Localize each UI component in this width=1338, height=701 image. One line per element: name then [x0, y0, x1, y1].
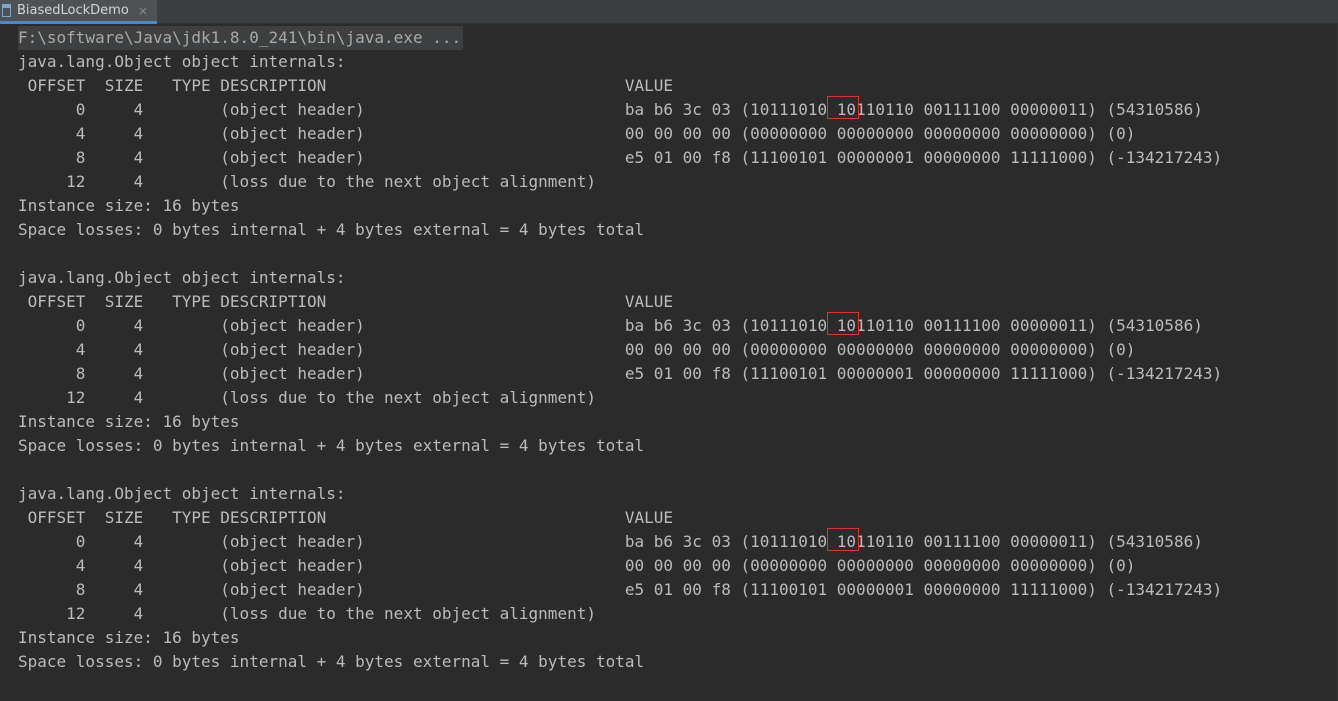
console-output[interactable]: F:\software\Java\jdk1.8.0_241\bin\java.e… — [0, 26, 1338, 701]
layout-row: 12 4 (loss due to the next object alignm… — [18, 604, 596, 623]
instance-size-line: Instance size: 16 bytes — [18, 196, 240, 215]
space-losses-line: Space losses: 0 bytes internal + 4 bytes… — [18, 652, 645, 671]
lock-bits-highlight-box — [827, 528, 859, 551]
layout-row: 8 4 (object header) e5 01 00 f8 (1110010… — [18, 148, 1223, 167]
close-icon[interactable]: × — [138, 4, 148, 18]
layout-row: 0 4 (object header) ba b6 3c 03 (1011101… — [18, 532, 1203, 551]
instance-size-line: Instance size: 16 bytes — [18, 628, 240, 647]
object-internals-title: java.lang.Object object internals: — [18, 268, 346, 287]
editor-tab-bar: BiasedLockDemo × — [0, 0, 1338, 24]
layout-row: 12 4 (loss due to the next object alignm… — [18, 388, 596, 407]
tab-biasedlockdemo[interactable]: BiasedLockDemo × — [0, 0, 157, 24]
console-icon — [2, 4, 11, 17]
object-internals-title: java.lang.Object object internals: — [18, 52, 346, 71]
run-command-line[interactable]: F:\software\Java\jdk1.8.0_241\bin\java.e… — [18, 26, 464, 50]
tab-label: BiasedLockDemo — [17, 3, 129, 18]
layout-row: 4 4 (object header) 00 00 00 00 (0000000… — [18, 124, 1136, 143]
lock-bits-highlight-box — [827, 96, 859, 119]
space-losses-line: Space losses: 0 bytes internal + 4 bytes… — [18, 220, 645, 239]
layout-row: 0 4 (object header) ba b6 3c 03 (1011101… — [18, 100, 1203, 119]
layout-row: 4 4 (object header) 00 00 00 00 (0000000… — [18, 340, 1136, 359]
layout-row: 4 4 (object header) 00 00 00 00 (0000000… — [18, 556, 1136, 575]
space-losses-line: Space losses: 0 bytes internal + 4 bytes… — [18, 436, 645, 455]
object-internals-title: java.lang.Object object internals: — [18, 484, 346, 503]
layout-row: 12 4 (loss due to the next object alignm… — [18, 172, 596, 191]
layout-table-header: OFFSET SIZE TYPE DESCRIPTION VALUE — [18, 76, 674, 95]
layout-row: 8 4 (object header) e5 01 00 f8 (1110010… — [18, 364, 1223, 383]
layout-row: 8 4 (object header) e5 01 00 f8 (1110010… — [18, 580, 1223, 599]
instance-size-line: Instance size: 16 bytes — [18, 412, 240, 431]
layout-table-header: OFFSET SIZE TYPE DESCRIPTION VALUE — [18, 292, 674, 311]
layout-table-header: OFFSET SIZE TYPE DESCRIPTION VALUE — [18, 508, 674, 527]
lock-bits-highlight-box — [827, 312, 859, 335]
layout-row: 0 4 (object header) ba b6 3c 03 (1011101… — [18, 316, 1203, 335]
